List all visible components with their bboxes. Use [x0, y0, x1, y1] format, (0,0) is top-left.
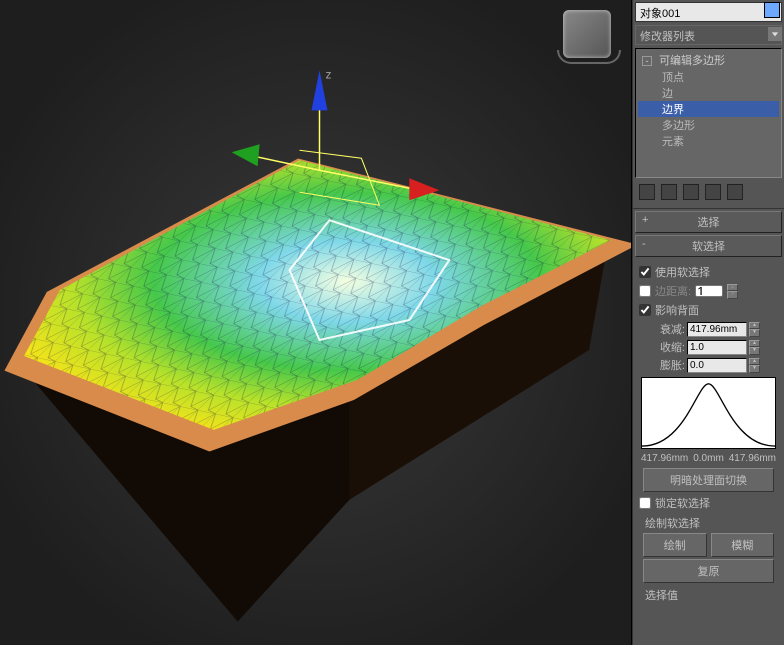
scene-mesh: z: [0, 0, 631, 645]
bubble-field[interactable]: [687, 358, 747, 373]
pin-stack-icon[interactable]: [639, 184, 655, 200]
stack-sub-vertex[interactable]: 顶点: [638, 69, 779, 85]
stack-root[interactable]: - 可编辑多边形: [638, 51, 779, 69]
show-end-result-icon[interactable]: [661, 184, 677, 200]
remove-modifier-icon[interactable]: [705, 184, 721, 200]
rollout-selection-title: 选择: [698, 217, 720, 229]
make-unique-icon[interactable]: [683, 184, 699, 200]
expand-icon: +: [642, 214, 648, 226]
stack-toolbar: [633, 180, 784, 209]
pinch-field[interactable]: [687, 340, 747, 355]
edge-distance-check[interactable]: 边距离: ▲▼: [639, 283, 778, 299]
bubble-spinner[interactable]: ▲▼: [749, 358, 760, 373]
paint-soft-section-label: 绘制软选择: [645, 515, 772, 531]
collapse-icon: -: [642, 238, 646, 250]
pinch-spinner[interactable]: ▲▼: [749, 340, 760, 355]
stack-sub-edge[interactable]: 边: [638, 85, 779, 101]
use-soft-selection-check[interactable]: 使用软选择: [639, 264, 778, 280]
affect-backfacing-check[interactable]: 影响背面: [639, 302, 778, 318]
viewport-3d[interactable]: z: [0, 0, 632, 645]
edge-distance-field[interactable]: [695, 285, 723, 297]
falloff-field[interactable]: [687, 322, 747, 337]
bubble-label: 膨胀:: [651, 357, 685, 373]
stack-sub-polygon[interactable]: 多边形: [638, 117, 779, 133]
lock-soft-selection-check[interactable]: 锁定软选择: [639, 495, 778, 511]
collapse-icon[interactable]: -: [642, 56, 652, 66]
falloff-label: 衰减:: [651, 321, 685, 337]
command-panel: 对象001 修改器列表 - 可编辑多边形 顶点 边 边界 多边形 元素 + 选择…: [632, 0, 784, 645]
shaded-face-toggle-button[interactable]: 明暗处理面切换: [643, 468, 774, 492]
use-soft-selection-checkbox[interactable]: [639, 266, 651, 278]
stack-root-label: 可编辑多边形: [659, 55, 725, 67]
falloff-row: 衰减: ▲▼: [639, 321, 778, 337]
modifier-list-dropdown[interactable]: 修改器列表: [635, 25, 782, 45]
chevron-down-icon[interactable]: [768, 27, 782, 41]
affect-backfacing-checkbox[interactable]: [639, 304, 651, 316]
falloff-spinner[interactable]: ▲▼: [749, 322, 760, 337]
pinch-label: 收缩:: [651, 339, 685, 355]
falloff-curve-graph: [641, 377, 776, 449]
pinch-row: 收缩: ▲▼: [639, 339, 778, 355]
edge-distance-spinner[interactable]: ▲▼: [727, 284, 738, 299]
edge-distance-checkbox[interactable]: [639, 285, 651, 297]
bubble-row: 膨胀: ▲▼: [639, 357, 778, 373]
rollout-softsel-header[interactable]: - 软选择: [635, 235, 782, 257]
selection-value-label: 选择值: [645, 587, 772, 603]
falloff-curve-labels: 417.96mm 0.0mm 417.96mm: [639, 453, 778, 464]
object-name-field[interactable]: 对象001: [635, 2, 782, 22]
rollout-softsel-body: 使用软选择 边距离: ▲▼ 影响背面 衰减: ▲▼ 收缩: ▲▼ 膨胀: ▲▼: [633, 257, 784, 609]
lock-soft-selection-checkbox[interactable]: [639, 497, 651, 509]
rollout-softsel-title: 软选择: [692, 241, 725, 253]
rollout-selection-header[interactable]: + 选择: [635, 211, 782, 233]
configure-sets-icon[interactable]: [727, 184, 743, 200]
stack-sub-element[interactable]: 元素: [638, 133, 779, 149]
svg-text:z: z: [325, 67, 331, 81]
blur-button[interactable]: 模糊: [711, 533, 775, 557]
modifier-stack[interactable]: - 可编辑多边形 顶点 边 边界 多边形 元素: [635, 48, 782, 178]
revert-button[interactable]: 复原: [643, 559, 774, 583]
stack-sub-border[interactable]: 边界: [638, 101, 779, 117]
paint-button[interactable]: 绘制: [643, 533, 707, 557]
object-color-swatch[interactable]: [764, 2, 780, 18]
